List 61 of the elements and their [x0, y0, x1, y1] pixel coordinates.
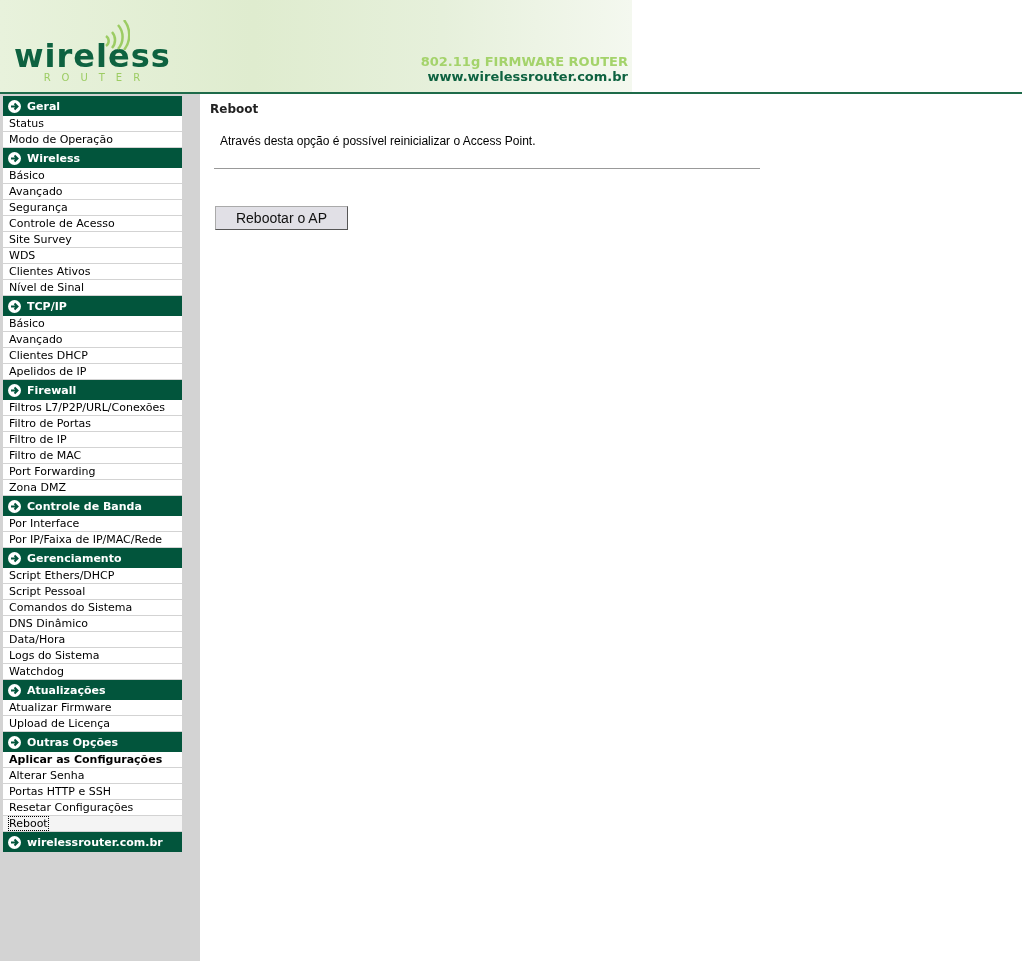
sidebar-section-header[interactable]: Outras Opções: [3, 732, 182, 752]
sidebar-section-header[interactable]: TCP/IP: [3, 296, 182, 316]
sidebar-item[interactable]: Filtro de MAC: [3, 448, 182, 464]
sidebar-item[interactable]: Filtros L7/P2P/URL/Conexões: [3, 400, 182, 416]
banner-tagline: 802.11g FIRMWARE ROUTER: [420, 54, 628, 69]
sidebar-item[interactable]: Atualizar Firmware: [3, 700, 182, 716]
sidebar-item[interactable]: Data/Hora: [3, 632, 182, 648]
banner-url: www.wirelessrouter.com.br: [427, 69, 628, 84]
sidebar-section-header[interactable]: Firewall: [3, 380, 182, 400]
sidebar-item[interactable]: Script Ethers/DHCP: [3, 568, 182, 584]
sidebar-item[interactable]: Nível de Sinal: [3, 280, 182, 296]
sidebar-item[interactable]: Básico: [3, 168, 182, 184]
arrow-right-icon: [8, 99, 21, 113]
sidebar-item[interactable]: Clientes DHCP: [3, 348, 182, 364]
sidebar-section-header[interactable]: Wireless: [3, 148, 182, 168]
sidebar-item[interactable]: Status: [3, 116, 182, 132]
sidebar-item[interactable]: Portas HTTP e SSH: [3, 784, 182, 800]
sidebar-section-header[interactable]: Controle de Banda: [3, 496, 182, 516]
sidebar-item[interactable]: Controle de Acesso: [3, 216, 182, 232]
arrow-right-icon: [8, 683, 21, 697]
logo-text: wireless: [14, 40, 171, 72]
sidebar-item[interactable]: Reboot: [3, 816, 182, 832]
logo-subtext: ROUTER: [43, 72, 152, 84]
arrow-right-icon: [8, 499, 21, 513]
sidebar-item[interactable]: Aplicar as Configurações: [3, 752, 182, 768]
sidebar-item[interactable]: Modo de Operação: [3, 132, 182, 148]
sidebar-item[interactable]: Filtro de IP: [3, 432, 182, 448]
page-title: Reboot: [210, 102, 260, 116]
description-text: Através desta opção é possível reinicializar o Access Point.: [220, 134, 537, 148]
sidebar-item[interactable]: Apelidos de IP: [3, 364, 182, 380]
sidebar-item[interactable]: Filtro de Portas: [3, 416, 182, 432]
sidebar-section-header[interactable]: wirelessrouter.com.br: [3, 832, 182, 852]
sidebar-item[interactable]: Resetar Configurações: [3, 800, 182, 816]
sidebar-item[interactable]: Clientes Ativos: [3, 264, 182, 280]
arrow-right-icon: [8, 299, 21, 313]
arrow-right-icon: [8, 151, 21, 165]
sidebar-item[interactable]: Logs do Sistema: [3, 648, 182, 664]
sidebar-item[interactable]: Por IP/Faixa de IP/MAC/Rede: [3, 532, 182, 548]
sidebar-item[interactable]: Script Pessoal: [3, 584, 182, 600]
arrow-right-icon: [8, 383, 21, 397]
sidebar-section-header[interactable]: Atualizações: [3, 680, 182, 700]
sidebar-item[interactable]: Upload de Licença: [3, 716, 182, 732]
sidebar-section-header[interactable]: Gerenciamento: [3, 548, 182, 568]
sidebar-item[interactable]: Básico: [3, 316, 182, 332]
sidebar-item[interactable]: Por Interface: [3, 516, 182, 532]
sidebar-item[interactable]: Zona DMZ: [3, 480, 182, 496]
sidebar-item[interactable]: Segurança: [3, 200, 182, 216]
sidebar-item[interactable]: Site Survey: [3, 232, 182, 248]
arrow-right-icon: [8, 735, 21, 749]
arrow-right-icon: [8, 835, 21, 849]
sidebar-item[interactable]: Watchdog: [3, 664, 182, 680]
sidebar-item[interactable]: Avançado: [3, 184, 182, 200]
sidebar-item[interactable]: Port Forwarding: [3, 464, 182, 480]
sidebar-item[interactable]: Avançado: [3, 332, 182, 348]
sidebar-section-header[interactable]: Geral: [3, 96, 182, 116]
reboot-button[interactable]: Rebootar o AP: [215, 206, 348, 230]
sidebar-item[interactable]: Alterar Senha: [3, 768, 182, 784]
arrow-right-icon: [8, 551, 21, 565]
sidebar-item[interactable]: Comandos do Sistema: [3, 600, 182, 616]
sidebar-item[interactable]: DNS Dinâmico: [3, 616, 182, 632]
sidebar-item[interactable]: WDS: [3, 248, 182, 264]
